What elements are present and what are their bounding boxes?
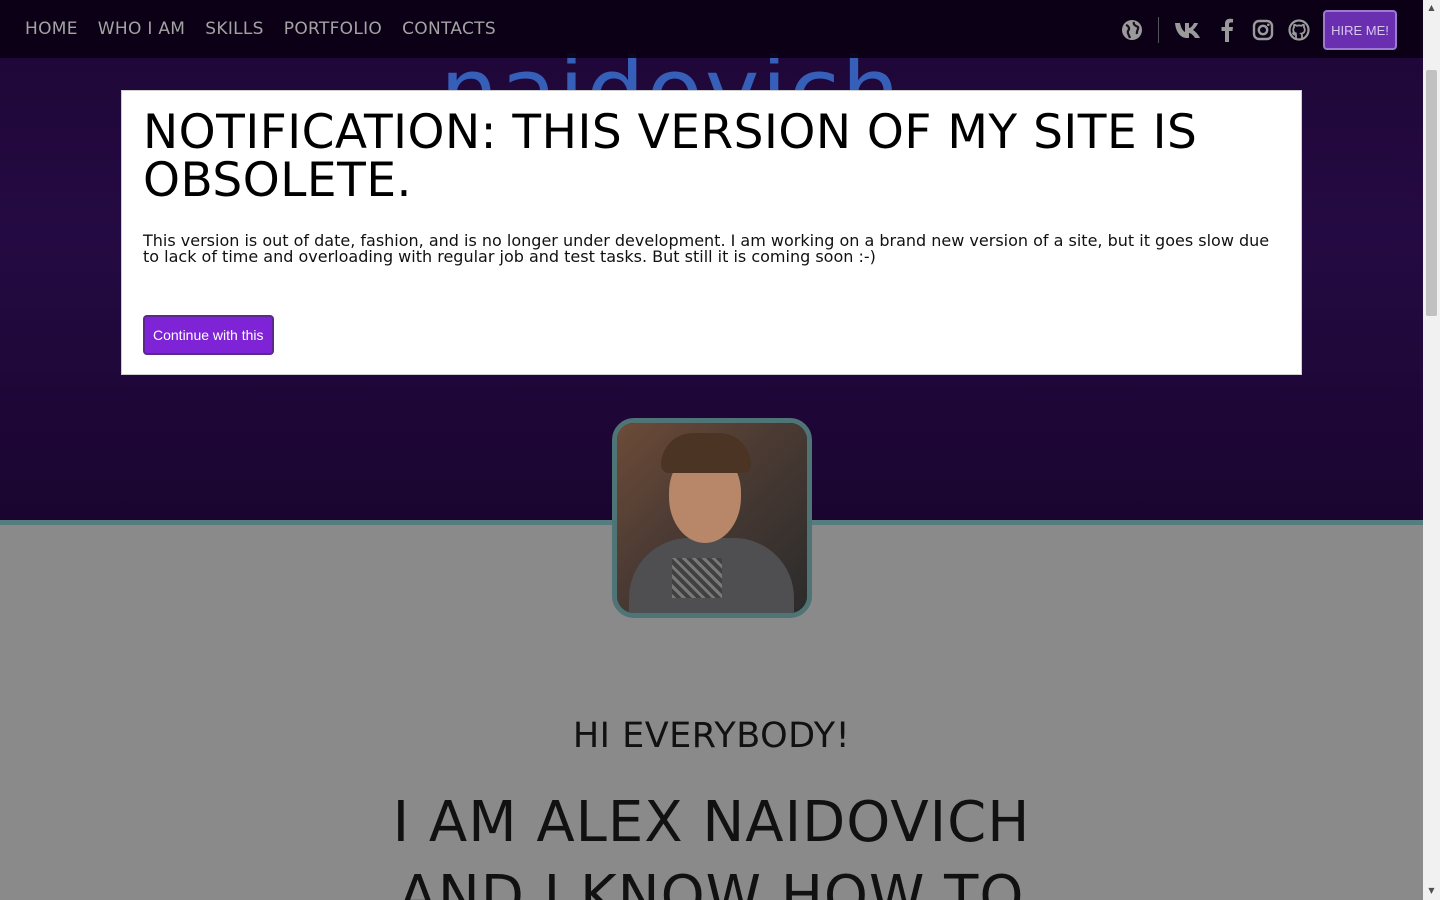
intro-heading: I AM ALEX NAIDOVICH AND I KNOW HOW TO xyxy=(0,786,1423,900)
code-decoration xyxy=(300,460,316,490)
intro-line-2: AND I KNOW HOW TO xyxy=(398,864,1025,900)
facebook-icon[interactable] xyxy=(1215,18,1239,42)
modal-title: NOTIFICATION: THIS VERSION OF MY SITE IS… xyxy=(143,105,1198,208)
nav-home[interactable]: HOME xyxy=(25,19,78,39)
nav-portfolio[interactable]: PORTFOLIO xyxy=(284,19,382,39)
main-nav: HOME WHO I AM SKILLS PORTFOLIO CONTACTS xyxy=(25,19,496,39)
greeting-heading: HI EVERYBODY! xyxy=(572,716,851,756)
obsolete-notification-modal: NOTIFICATION: THIS VERSION OF MY SITE IS… xyxy=(121,90,1302,375)
github-icon[interactable] xyxy=(1287,18,1311,42)
scroll-thumb[interactable] xyxy=(1426,70,1437,316)
nav-skills[interactable]: SKILLS xyxy=(205,19,264,39)
code-decoration xyxy=(880,60,896,90)
vk-icon[interactable] xyxy=(1173,18,1203,42)
code-decoration xyxy=(380,380,396,410)
globe-icon[interactable] xyxy=(1120,18,1144,42)
scroll-down-arrow-icon[interactable]: ▼ xyxy=(1426,886,1437,896)
page-scrollbar[interactable]: ▲ ▼ xyxy=(1423,0,1440,900)
modal-text: This version is out of date, fashion, an… xyxy=(143,231,1270,266)
nav-contacts[interactable]: CONTACTS xyxy=(402,19,496,39)
divider xyxy=(1158,17,1159,43)
nav-social: HIRE ME! xyxy=(1120,10,1397,50)
profile-photo xyxy=(612,418,812,618)
nav-who-i-am[interactable]: WHO I AM xyxy=(98,19,186,39)
continue-button[interactable]: Continue with this xyxy=(143,315,274,355)
top-navbar: HOME WHO I AM SKILLS PORTFOLIO CONTACTS … xyxy=(0,0,1423,58)
hire-me-button[interactable]: HIRE ME! xyxy=(1323,10,1397,50)
scroll-up-arrow-icon[interactable]: ▲ xyxy=(1426,3,1437,13)
code-decoration xyxy=(380,420,396,450)
instagram-icon[interactable] xyxy=(1251,18,1275,42)
intro-line-1: I AM ALEX NAIDOVICH xyxy=(392,790,1031,855)
